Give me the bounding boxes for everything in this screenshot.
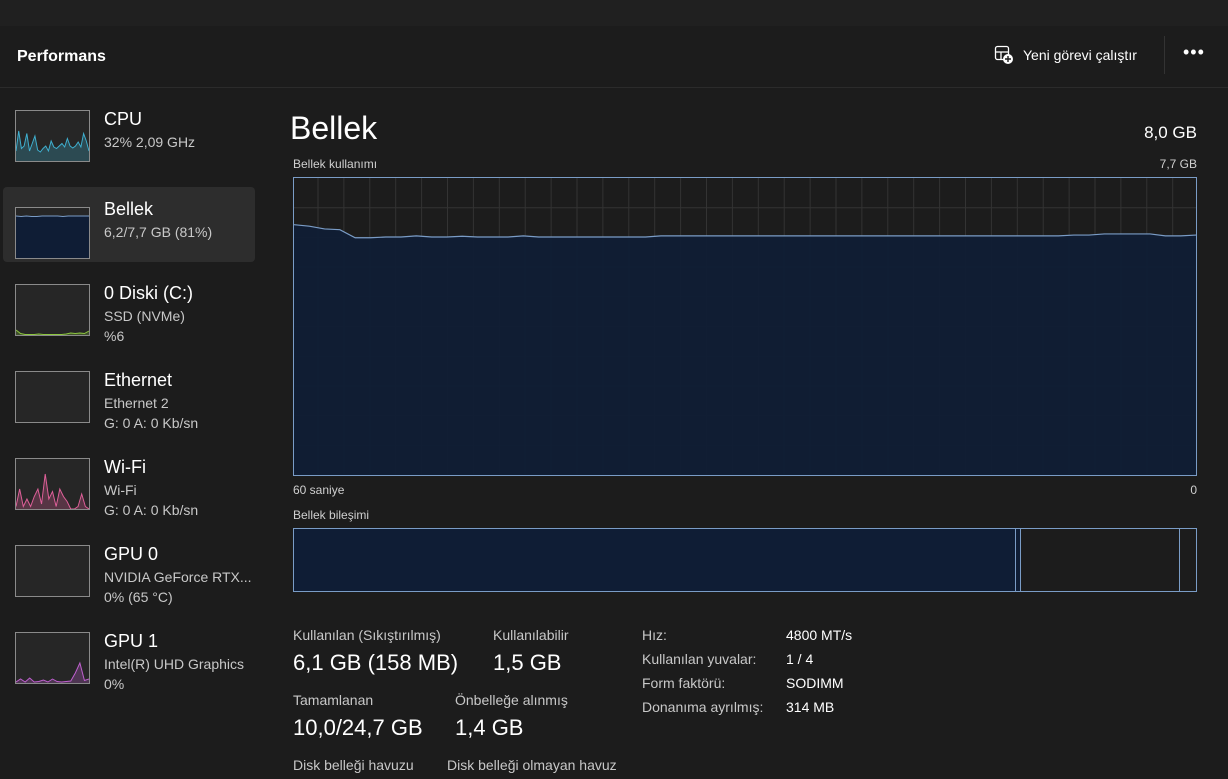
sidebar-item-bellek[interactable]: Bellek 6,2/7,7 GB (81%)	[3, 187, 255, 262]
item-name: Wi-Fi	[104, 457, 146, 477]
item-detail: G: 0 A: 0 Kb/sn	[104, 502, 199, 518]
usage-line	[293, 224, 1197, 239]
sidebar-item-gpu-0[interactable]: GPU 0 NVIDIA GeForce RTX... 0% (65 °C)	[0, 535, 262, 622]
item-name: Bellek	[104, 199, 154, 219]
detail-label: Form faktörü:	[642, 675, 726, 691]
detail-label: Kullanılan yuvalar:	[642, 651, 757, 667]
page-title: Performans	[17, 48, 106, 65]
stat-label: Önbelleğe alınmış	[455, 692, 568, 708]
memory-composition-bar	[293, 528, 1197, 592]
composition-segment-3[interactable]	[1180, 529, 1196, 591]
stat-value: 1,4 GB	[455, 715, 524, 740]
sparkline-thumbnail	[15, 371, 90, 423]
new-task-icon	[994, 45, 1013, 64]
sidebar-item-ethernet[interactable]: Ethernet Ethernet 2 G: 0 A: 0 Kb/sn	[0, 361, 262, 448]
item-subtitle: NVIDIA GeForce RTX...	[104, 569, 252, 585]
item-detail: G: 0 A: 0 Kb/sn	[104, 415, 199, 431]
run-new-task-button[interactable]: Yeni görevi çalıştır	[994, 45, 1137, 65]
sparkline-area	[16, 216, 89, 258]
title-bar	[0, 0, 1228, 26]
item-subtitle: Wi-Fi	[104, 482, 137, 498]
item-name: Ethernet	[104, 370, 173, 390]
detail-value: 4800 MT/s	[786, 627, 853, 643]
sparkline-thumbnail	[15, 545, 90, 597]
sidebar: CPU 32% 2,09 GHz Bellek 6,2/7,7 GB (81%)…	[0, 100, 262, 709]
item-detail: %6	[104, 328, 125, 344]
sidebar-item-cpu[interactable]: CPU 32% 2,09 GHz	[0, 100, 262, 187]
panel-title: Bellek	[290, 110, 378, 146]
item-name: CPU	[104, 109, 143, 129]
item-name: GPU 0	[104, 544, 159, 564]
detail-label: Donanıma ayrılmış:	[642, 699, 764, 715]
divider	[1164, 36, 1165, 74]
sparkline-thumbnail	[15, 110, 90, 162]
stat-value: 1,5 GB	[493, 650, 562, 675]
stat-value: 10,0/24,7 GB	[293, 715, 423, 740]
item-subtitle: 6,2/7,7 GB (81%)	[104, 224, 213, 240]
stat-value: 6,1 GB (158 MB)	[293, 650, 459, 675]
usage-area	[294, 224, 1196, 475]
item-detail: 0%	[104, 676, 125, 692]
composition-label: Bellek bileşimi	[293, 508, 370, 522]
detail-value: SODIMM	[786, 675, 844, 691]
detail-value: 1 / 4	[786, 651, 814, 667]
item-name: GPU 1	[104, 631, 159, 651]
memory-usage-chart	[293, 177, 1197, 476]
sparkline-thumbnail	[15, 458, 90, 510]
detail-label: Hız:	[642, 627, 667, 643]
composition-segment-0[interactable]	[294, 529, 1016, 591]
header: Performans Yeni görevi çalıştır •••	[0, 26, 1228, 88]
item-subtitle: Intel(R) UHD Graphics	[104, 656, 245, 672]
sparkline-thumbnail	[15, 207, 90, 259]
item-subtitle: SSD (NVMe)	[104, 308, 185, 324]
run-new-task-label: Yeni görevi çalıştır	[1023, 47, 1137, 63]
stat-label: Tamamlanan	[293, 692, 374, 708]
item-subtitle: 32% 2,09 GHz	[104, 134, 196, 150]
total-memory: 8,0 GB	[1144, 123, 1197, 142]
more-options-button[interactable]: •••	[1183, 42, 1205, 63]
sidebar-item-gpu-1[interactable]: GPU 1 Intel(R) UHD Graphics 0%	[0, 622, 262, 709]
composition-segment-2[interactable]	[1021, 529, 1180, 591]
stat-label: Disk belleği olmayan havuz	[447, 757, 617, 773]
usage-max: 7,7 GB	[1159, 157, 1197, 171]
stat-label: Kullanılabilir	[493, 627, 569, 643]
time-axis-right: 0	[1190, 483, 1197, 497]
usage-label: Bellek kullanımı	[293, 157, 378, 171]
sidebar-item-0-diski-c[interactable]: 0 Diski (C:) SSD (NVMe) %6	[0, 274, 262, 361]
sparkline-line	[16, 215, 89, 217]
stat-label: Kullanılan (Sıkıştırılmış)	[293, 627, 441, 643]
time-axis-left: 60 saniye	[293, 483, 345, 497]
sparkline-thumbnail	[15, 632, 90, 684]
sidebar-item-wi-fi[interactable]: Wi-Fi Wi-Fi G: 0 A: 0 Kb/sn	[0, 448, 262, 535]
item-subtitle: Ethernet 2	[104, 395, 169, 411]
item-name: 0 Diski (C:)	[104, 283, 193, 303]
stat-label: Disk belleği havuzu	[293, 757, 414, 773]
item-detail: 0% (65 °C)	[104, 589, 173, 605]
sparkline-thumbnail	[15, 284, 90, 336]
detail-value: 314 MB	[786, 699, 835, 715]
